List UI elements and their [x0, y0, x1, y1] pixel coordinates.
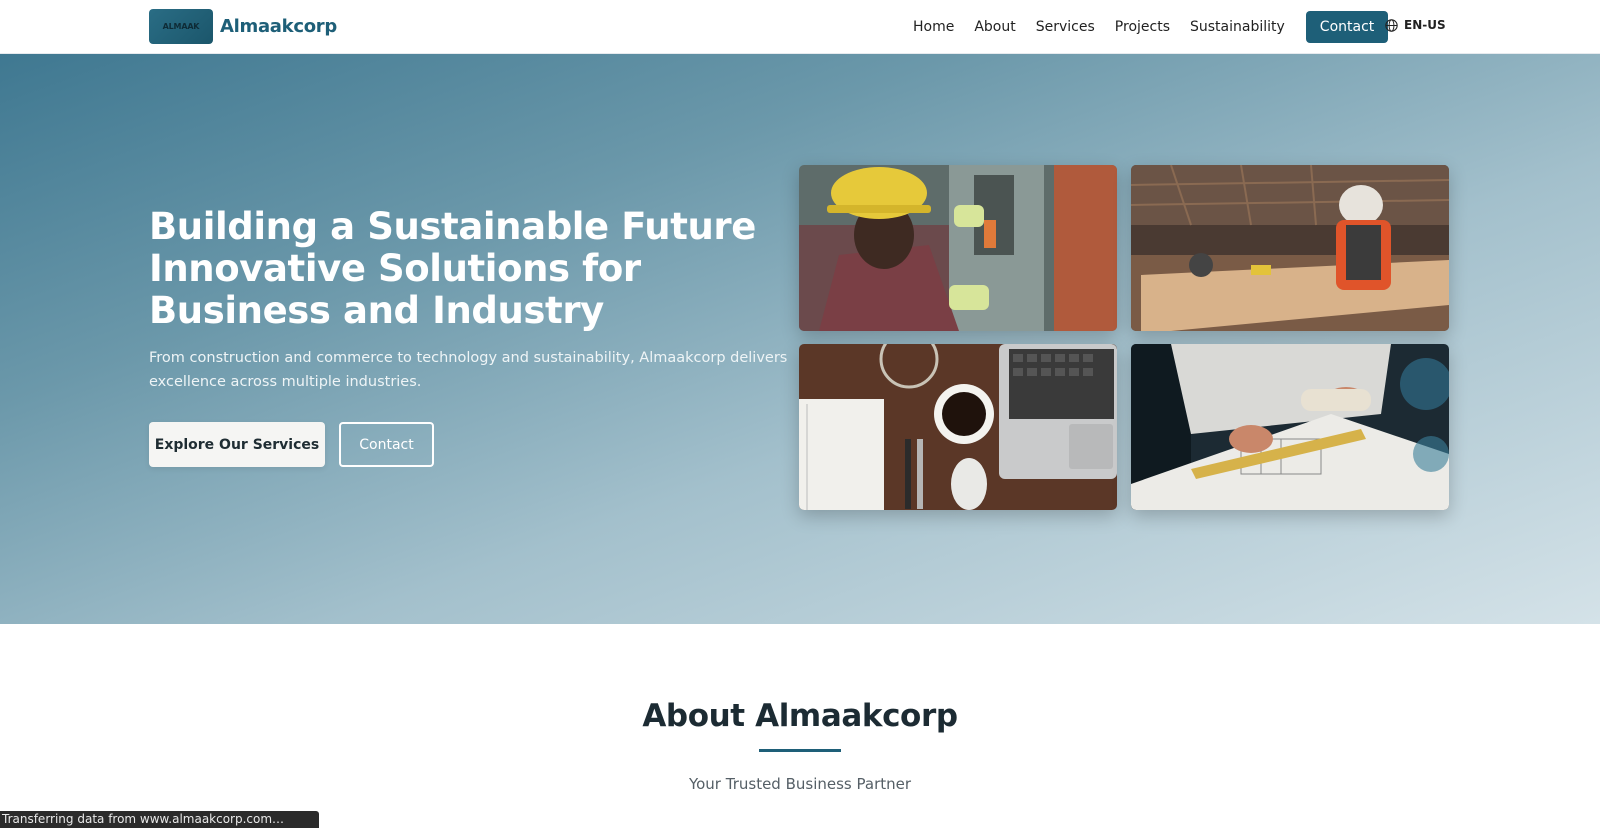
main-nav: Home About Services Projects Sustainabil…	[913, 0, 1389, 54]
nav-about[interactable]: About	[974, 19, 1015, 35]
carpenter-workshop-image	[1131, 165, 1449, 331]
nav-home[interactable]: Home	[913, 19, 954, 35]
desk-laptop-coffee-image	[799, 344, 1117, 510]
brand-logo: ALMAAK	[149, 9, 213, 44]
architect-blueprint-image	[1131, 344, 1449, 510]
nav-projects[interactable]: Projects	[1115, 19, 1170, 35]
explore-services-button[interactable]: Explore Our Services	[149, 422, 325, 467]
about-divider	[759, 749, 841, 752]
language-label: EN-US	[1404, 18, 1446, 32]
hero-title: Building a Sustainable Future Innovative…	[149, 205, 756, 332]
brand[interactable]: ALMAAK Almaakcorp	[149, 9, 337, 44]
about-subtitle: Your Trusted Business Partner	[688, 775, 912, 793]
language-selector[interactable]: EN-US	[1385, 18, 1446, 32]
hero-section: Building a Sustainable Future Innovative…	[0, 54, 1600, 624]
nav-services[interactable]: Services	[1036, 19, 1095, 35]
brand-logo-text: ALMAAK	[162, 22, 200, 31]
about-title: About Almaakcorp	[642, 698, 958, 734]
browser-status-bar: Transferring data from www.almaakcorp.co…	[0, 811, 319, 828]
globe-icon	[1385, 18, 1398, 32]
nav-contact-button[interactable]: Contact	[1305, 11, 1389, 43]
nav-sustainability[interactable]: Sustainability	[1190, 19, 1285, 35]
hero-contact-button[interactable]: Contact	[339, 422, 434, 467]
hero-wave-divider	[0, 588, 1600, 624]
worker-hardhat-image	[799, 165, 1117, 331]
navbar: ALMAAK Almaakcorp Home About Services Pr…	[0, 0, 1600, 54]
brand-name: Almaakcorp	[220, 16, 337, 37]
hero-subtitle: From construction and commerce to techno…	[149, 350, 788, 390]
